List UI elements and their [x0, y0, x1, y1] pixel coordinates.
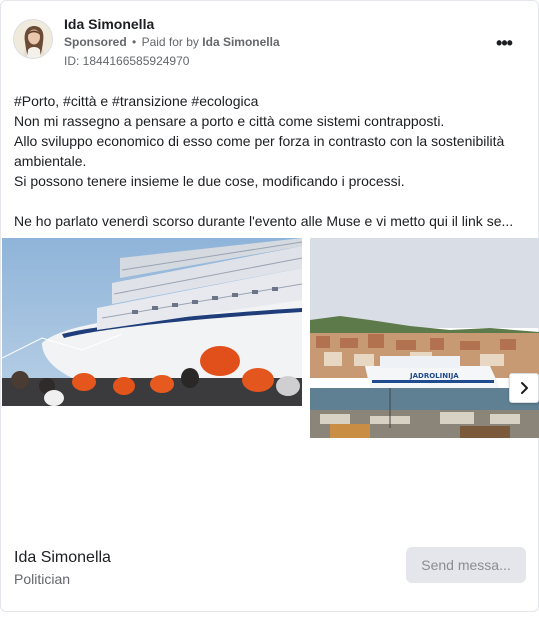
- post-text-line: #Porto, #città e #transizione #ecologica: [14, 93, 259, 109]
- post-header: Ida Simonella Sponsored • Paid for by Id…: [13, 13, 526, 73]
- media-carousel[interactable]: JADROLINIJA: [2, 238, 539, 438]
- cruise-ship-photo[interactable]: [2, 238, 302, 406]
- sponsored-line: Sponsored • Paid for by Ida Simonella: [64, 35, 280, 49]
- post-text-line: Non mi rassegno a pensare a porto e citt…: [14, 113, 445, 129]
- post-text-line: Allo sviluppo economico di esso come per…: [14, 133, 505, 149]
- ad-id: ID: 1844166585924970: [64, 54, 190, 68]
- more-options-button[interactable]: •••: [490, 33, 518, 53]
- post-text-line: ambientale.: [14, 153, 87, 169]
- harbor-photo[interactable]: JADROLINIJA: [310, 238, 539, 438]
- svg-text:JADROLINIJA: JADROLINIJA: [409, 372, 459, 380]
- post-text-line: Si possono tenere insieme le due cose, m…: [14, 173, 405, 189]
- footer-page-name[interactable]: Ida Simonella: [14, 549, 111, 567]
- footer-page-category: Politician: [14, 571, 71, 587]
- send-message-button[interactable]: Send messa...: [406, 547, 526, 583]
- author-avatar[interactable]: [13, 19, 53, 59]
- ad-footer: Ida Simonella Politician Send messa...: [14, 547, 526, 587]
- ad-card: Ida Simonella Sponsored • Paid for by Id…: [0, 0, 539, 612]
- meta-separator: •: [132, 35, 137, 49]
- paid-for-label: Paid for by: [141, 35, 199, 49]
- post-text-line[interactable]: Ne ho parlato venerdì scorso durante l'e…: [14, 211, 529, 231]
- more-options-icon: •••: [496, 33, 513, 53]
- carousel-next-button[interactable]: [509, 373, 539, 403]
- sponsored-label: Sponsored: [64, 35, 127, 49]
- post-body-text: #Porto, #città e #transizione #ecologica…: [14, 91, 529, 231]
- payer-name: Ida Simonella: [202, 35, 280, 49]
- chevron-right-icon: [521, 382, 528, 394]
- author-name[interactable]: Ida Simonella: [64, 16, 154, 32]
